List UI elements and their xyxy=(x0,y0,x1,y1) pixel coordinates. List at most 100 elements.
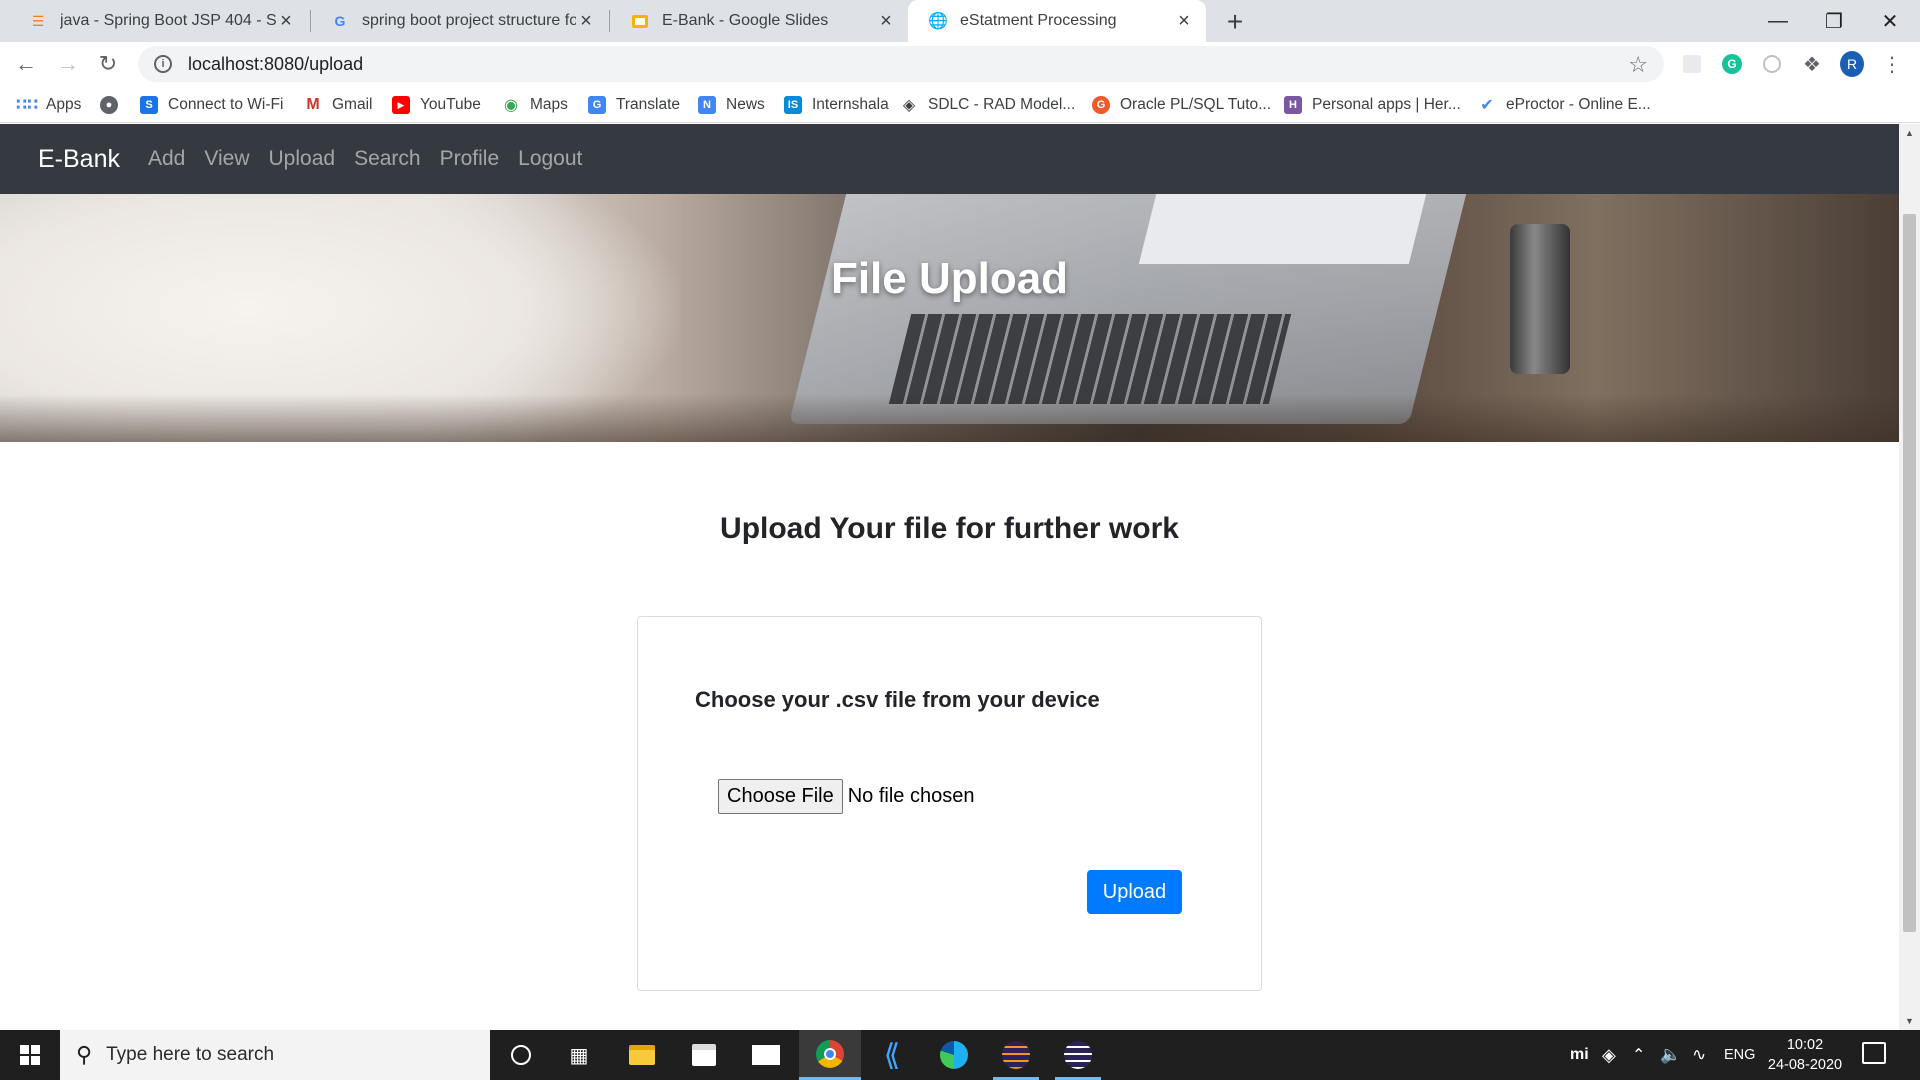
start-button[interactable] xyxy=(0,1030,60,1080)
clock-time: 10:02 xyxy=(1786,1037,1824,1053)
vscode-icon[interactable]: ⟪ xyxy=(861,1030,923,1080)
task-view-icon[interactable]: ▦ xyxy=(548,1030,610,1080)
file-input[interactable]: Choose File No file chosen xyxy=(718,779,974,814)
wifi-icon[interactable]: ∿ xyxy=(1692,1030,1706,1080)
upload-card: Choose your .csv file from your device C… xyxy=(637,616,1262,991)
menu-kebab-icon[interactable]: ⋮ xyxy=(1880,52,1904,76)
scroll-up-arrow-icon[interactable]: ▲ xyxy=(1905,128,1914,138)
bookmark-globe[interactable]: ● xyxy=(100,94,128,116)
tab-title: eStatment Processing xyxy=(960,12,1117,29)
google-icon: G xyxy=(334,13,346,29)
nav-link-view[interactable]: View xyxy=(204,147,249,171)
extension-blank-icon[interactable] xyxy=(1680,52,1704,76)
bookmark-oracle[interactable]: G Oracle PL/SQL Tuto... xyxy=(1092,94,1271,116)
cortana-icon[interactable] xyxy=(490,1030,552,1080)
scroll-down-arrow-icon[interactable]: ▼ xyxy=(1905,1016,1914,1026)
tab-google-search[interactable]: G spring boot project structure for × xyxy=(310,0,608,42)
sync-tray-icon[interactable]: ◈ xyxy=(1602,1030,1616,1080)
bookmark-gmail[interactable]: M Gmail xyxy=(304,94,372,116)
bookmark-sdlc[interactable]: ◈ SDLC - RAD Model... xyxy=(900,94,1075,116)
choose-file-button[interactable]: Choose File xyxy=(718,779,843,814)
extension-circle-icon[interactable] xyxy=(1760,52,1784,76)
clock[interactable]: 10:02 24-08-2020 xyxy=(1762,1035,1848,1075)
forward-button[interactable]: → xyxy=(52,48,84,80)
navbar-brand[interactable]: E-Bank xyxy=(38,145,120,174)
edge-icon[interactable] xyxy=(923,1030,985,1080)
upload-prompt: Choose your .csv file from your device xyxy=(695,687,1100,712)
news-icon: N xyxy=(698,96,716,114)
bookmark-apps[interactable]: ∷∷ Apps xyxy=(15,94,82,116)
youtube-icon: ▶ xyxy=(392,96,410,114)
mi-tray-icon[interactable]: mi xyxy=(1570,1030,1589,1080)
bookmark-news[interactable]: N News xyxy=(698,94,765,116)
tab-estatement[interactable]: 🌐 eStatment Processing × xyxy=(908,0,1206,42)
nav-link-logout[interactable]: Logout xyxy=(518,147,582,171)
new-tab-button[interactable]: + xyxy=(1220,6,1250,38)
grammarly-icon[interactable]: G xyxy=(1720,52,1744,76)
apps-grid-icon: ∷∷ xyxy=(15,97,39,114)
bookmark-internshala[interactable]: IS Internshala xyxy=(784,94,889,116)
chrome-icon[interactable] xyxy=(799,1030,861,1080)
bookmark-translate[interactable]: G Translate xyxy=(588,94,680,116)
bookmark-eproctor[interactable]: ✔ eProctor - Online E... xyxy=(1478,94,1651,116)
back-button[interactable]: ← xyxy=(10,48,42,80)
close-icon[interactable]: × xyxy=(276,10,296,33)
volume-icon[interactable]: 🔈 xyxy=(1660,1030,1681,1080)
search-placeholder: Type here to search xyxy=(106,1044,275,1065)
browser-tabstrip: ☰ java - Spring Boot JSP 404 - Stack × G… xyxy=(0,0,1920,42)
close-icon[interactable]: × xyxy=(1174,10,1194,33)
bookmark-label: Apps xyxy=(46,96,82,113)
nav-link-search[interactable]: Search xyxy=(354,147,421,171)
profile-avatar[interactable]: R xyxy=(1840,51,1864,77)
close-icon[interactable]: × xyxy=(876,10,896,33)
window-close-button[interactable]: ✕ xyxy=(1860,0,1920,42)
puzzle-extensions-icon[interactable]: ❖ xyxy=(1800,52,1824,76)
bookmark-connect-wifi[interactable]: S Connect to Wi-Fi xyxy=(140,94,283,116)
chevron-up-icon[interactable]: ⌃ xyxy=(1632,1030,1645,1080)
language-indicator[interactable]: ENG xyxy=(1724,1030,1755,1080)
globe-icon: 🌐 xyxy=(928,13,948,30)
page-subtitle: Upload Your file for further work xyxy=(720,512,1179,545)
bookmark-label: YouTube xyxy=(420,96,481,113)
eclipse-icon[interactable] xyxy=(1047,1030,1109,1080)
nav-link-profile[interactable]: Profile xyxy=(440,147,500,171)
url-text: localhost:8080/upload xyxy=(188,53,364,74)
hero-banner: File Upload xyxy=(0,194,1899,442)
notification-icon[interactable] xyxy=(1862,1042,1886,1064)
tab-title: spring boot project structure for xyxy=(362,12,576,29)
bookmark-maps[interactable]: ◉ Maps xyxy=(502,94,568,116)
clock-date: 24-08-2020 xyxy=(1767,1057,1843,1073)
mail-icon[interactable] xyxy=(735,1030,797,1080)
bookmark-star-icon[interactable]: ☆ xyxy=(1628,52,1648,78)
page-viewport: E-Bank Add View Upload Search Profile Lo… xyxy=(0,124,1899,1030)
taskbar-search[interactable]: ⚲ Type here to search xyxy=(60,1030,490,1080)
bookmark-label: Maps xyxy=(530,96,568,113)
minimize-button[interactable]: — xyxy=(1748,0,1808,42)
tab-google-slides[interactable]: E-Bank - Google Slides × xyxy=(610,0,908,42)
nav-link-add[interactable]: Add xyxy=(148,147,185,171)
search-icon: ⚲ xyxy=(76,1042,93,1067)
bookmark-label: Gmail xyxy=(332,96,373,113)
upload-button[interactable]: Upload xyxy=(1087,870,1182,914)
reload-button[interactable]: ↻ xyxy=(92,48,124,80)
scrollbar-thumb[interactable] xyxy=(1903,214,1916,932)
file-status-text: No file chosen xyxy=(847,785,975,807)
bookmark-heroku[interactable]: H Personal apps | Her... xyxy=(1284,94,1461,116)
file-explorer-icon[interactable] xyxy=(611,1030,673,1080)
tab-stackoverflow[interactable]: ☰ java - Spring Boot JSP 404 - Stack × xyxy=(8,0,308,42)
page-scrollbar[interactable]: ▲ ▼ xyxy=(1899,124,1920,1030)
bookmark-label: Internshala xyxy=(812,96,889,113)
windows-logo-icon xyxy=(20,1045,40,1065)
close-icon[interactable]: × xyxy=(576,10,596,33)
nav-link-upload[interactable]: Upload xyxy=(269,147,336,171)
eclipse-icon[interactable] xyxy=(985,1030,1047,1080)
info-icon[interactable]: i xyxy=(154,55,172,73)
bookmark-youtube[interactable]: ▶ YouTube xyxy=(392,94,481,116)
address-bar[interactable]: i localhost:8080/upload ☆ xyxy=(138,46,1664,82)
bookmark-label: eProctor - Online E... xyxy=(1506,96,1651,113)
hero-photo-desk xyxy=(0,394,1899,442)
restore-button[interactable]: ❐ xyxy=(1804,0,1864,42)
heroku-icon: H xyxy=(1284,96,1302,114)
store-icon[interactable] xyxy=(673,1030,735,1080)
hero-title: File Upload xyxy=(830,254,1069,303)
